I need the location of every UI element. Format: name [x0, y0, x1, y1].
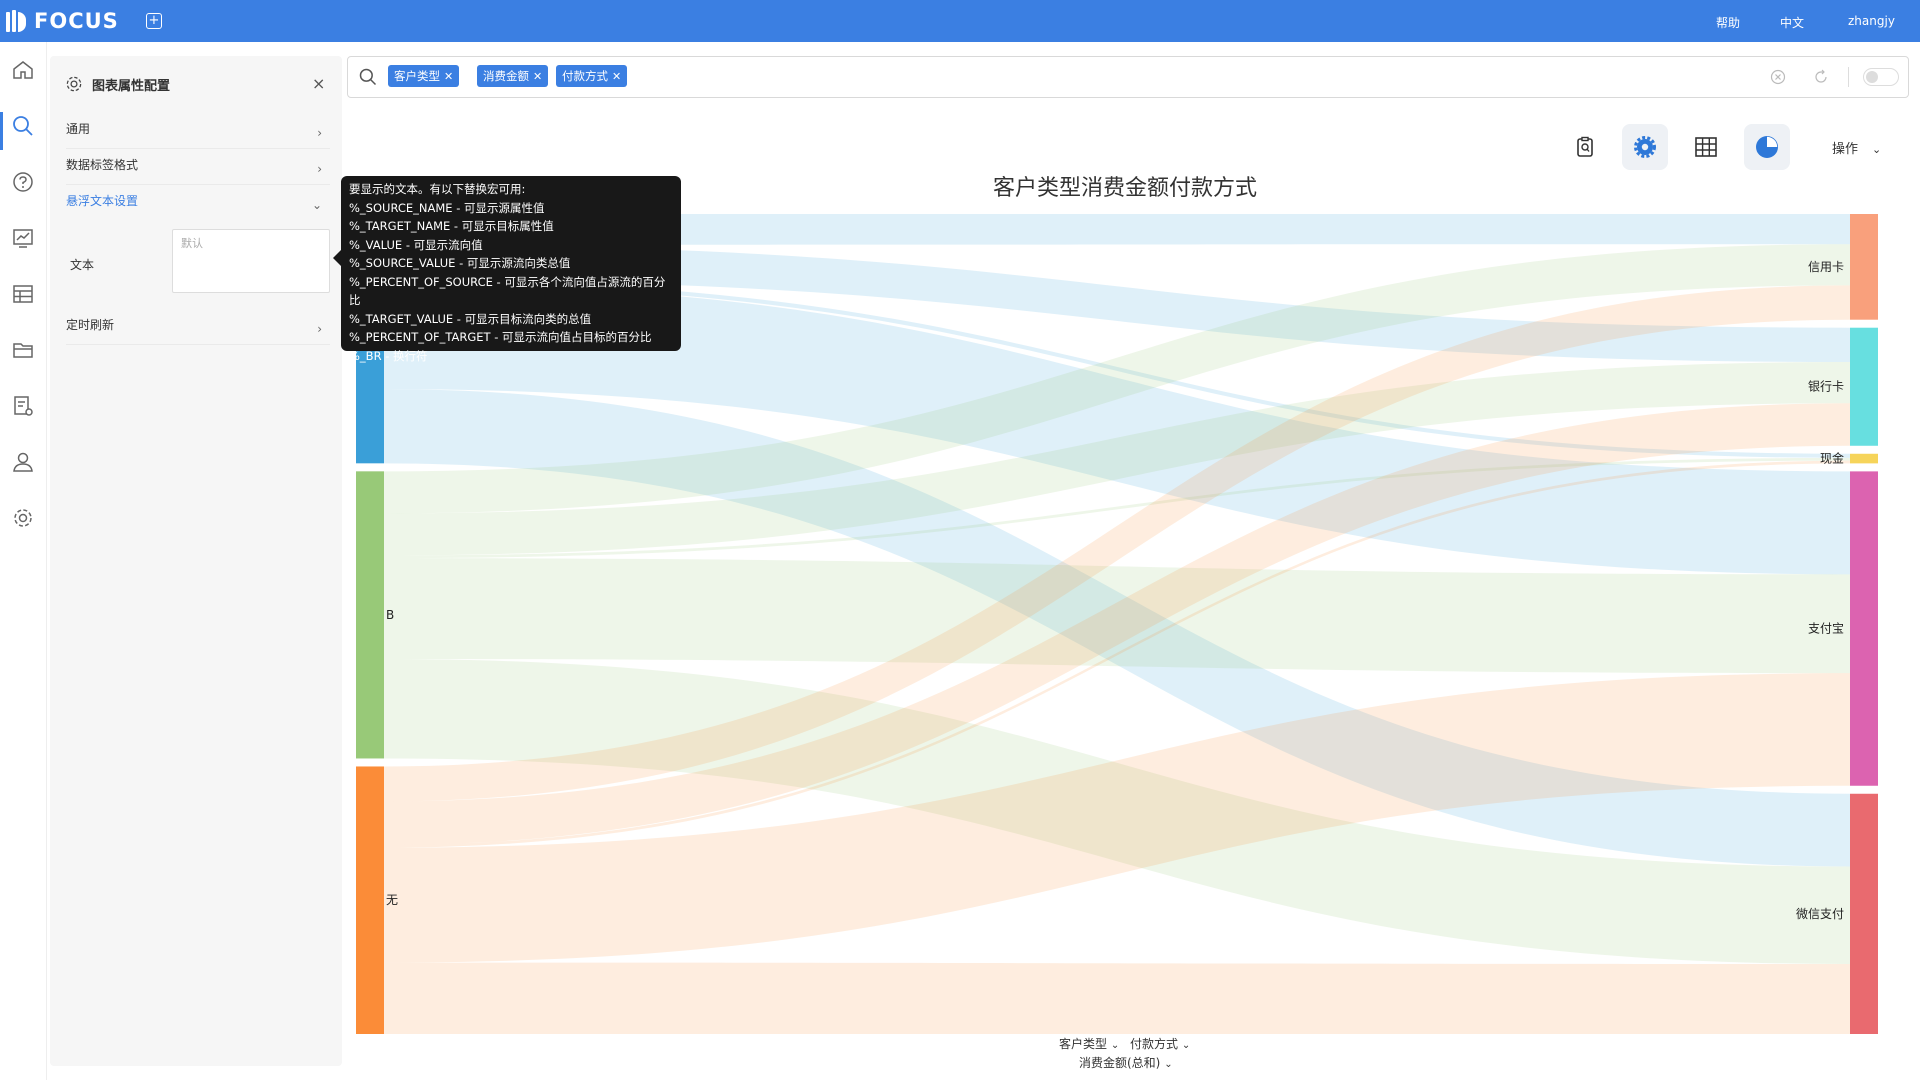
measure-chip[interactable]: 消费金额(总和) ⌄: [1079, 1054, 1173, 1071]
menu-general[interactable]: 通用 ›: [66, 120, 330, 149]
tooltip-line: %_PERCENT_OF_SOURCE - 可显示各个流向值占源流的百分比: [349, 274, 666, 308]
search-nav-icon[interactable]: [11, 114, 35, 138]
sankey-target-label: 信用卡: [1808, 260, 1844, 274]
sankey-target-node[interactable]: [1850, 453, 1878, 464]
table-view-icon[interactable]: [1683, 124, 1729, 170]
help-link[interactable]: 帮助: [1716, 14, 1740, 31]
data-settings-icon[interactable]: [11, 394, 35, 418]
home-icon[interactable]: [11, 58, 35, 82]
sankey-target-label: 微信支付: [1796, 907, 1844, 921]
toggle-knob: [1866, 71, 1878, 83]
add-tab-icon[interactable]: +: [146, 13, 162, 29]
top-bar: FOCUS + 帮助 中文 zhangjy: [0, 0, 1920, 42]
sankey-target-node[interactable]: [1850, 471, 1878, 786]
refresh-icon[interactable]: [1813, 69, 1829, 85]
close-icon[interactable]: ✕: [533, 70, 542, 83]
chip-label: 付款方式: [562, 69, 608, 83]
axis-chip-customer-type[interactable]: 客户类型 ⌄: [1059, 1035, 1119, 1052]
chevron-down-icon: ⌄: [1110, 1040, 1120, 1051]
toggle-switch[interactable]: [1863, 68, 1899, 86]
sankey-link[interactable]: [384, 962, 1850, 1034]
tooltip-line: %_VALUE - 可显示流向值: [349, 237, 483, 252]
search-chip[interactable]: 客户类型 ✕: [388, 65, 460, 87]
chevron-down-icon: ⌄: [1164, 1059, 1173, 1070]
chart-settings-gear-icon[interactable]: [1622, 124, 1668, 170]
close-icon[interactable]: ✕: [612, 70, 621, 83]
clear-icon[interactable]: [1770, 69, 1786, 85]
axis-chip-payment-method[interactable]: 付款方式 ⌄: [1130, 1035, 1190, 1052]
sankey-target-node[interactable]: [1850, 214, 1878, 320]
pie-chart-icon[interactable]: [1744, 124, 1790, 170]
chart-config-panel: 图表属性配置 × 通用 › 数据标签格式 › 悬浮文本设置 ⌄ 文本 默认 定时…: [50, 56, 342, 1066]
sankey-source-label: B: [386, 608, 394, 622]
tooltip-line: %_TARGET_VALUE - 可显示目标流向类的总值: [349, 311, 592, 326]
settings-icon[interactable]: [11, 506, 35, 530]
tooltip-line: %_SOURCE_NAME - 可显示源属性值: [349, 200, 545, 215]
chevron-right-icon: ›: [317, 322, 322, 336]
sankey-source-node[interactable]: [356, 471, 384, 759]
close-icon[interactable]: ✕: [444, 70, 453, 83]
panel-title: 图表属性配置: [92, 78, 171, 94]
search-chip[interactable]: 付款方式 ✕: [556, 65, 628, 87]
operations-menu[interactable]: 操作 ⌄: [1832, 138, 1881, 157]
sankey-target-label: 银行卡: [1808, 380, 1844, 394]
text-field-label: 文本: [70, 258, 95, 272]
table-icon[interactable]: [11, 282, 35, 306]
menu-label: 通用: [66, 122, 91, 136]
sankey-source-node[interactable]: [356, 766, 384, 1034]
divider: [1848, 67, 1849, 87]
hover-text-help-tooltip: 要显示的文本。有以下替换宏可用: %_SOURCE_NAME - 可显示源属性值%…: [333, 176, 681, 363]
chevron-down-icon: ⌄: [1872, 143, 1882, 156]
user-icon[interactable]: [11, 450, 35, 474]
logo-text: FOCUS: [34, 9, 119, 33]
app-logo[interactable]: FOCUS: [6, 8, 119, 34]
chevron-right-icon: ›: [317, 126, 322, 140]
axis-chip-label: 客户类型: [1059, 1037, 1108, 1051]
tooltip-line: %_BR - 换行符: [349, 348, 428, 363]
folder-icon[interactable]: [11, 338, 35, 362]
sankey-target-label: 现金: [1820, 451, 1844, 466]
panel-header: 图表属性配置: [64, 74, 170, 94]
tooltip-line: %_PERCENT_OF_TARGET - 可显示流向值占目标的百分比: [349, 330, 652, 344]
menu-scheduled-refresh[interactable]: 定时刷新 ›: [66, 316, 330, 345]
language-switch[interactable]: 中文: [1780, 14, 1804, 31]
sankey-source-label: 无: [386, 893, 398, 907]
chevron-down-icon: ⌄: [1181, 1040, 1191, 1051]
axis-chip-label: 付款方式: [1130, 1037, 1179, 1051]
logo-icon: [6, 10, 28, 32]
search-icon: [359, 68, 377, 86]
measure-label: 消费金额(总和): [1079, 1056, 1161, 1070]
gear-icon: [66, 76, 82, 92]
close-icon[interactable]: ×: [312, 74, 325, 93]
nav-active-indicator: [0, 112, 3, 150]
user-menu[interactable]: zhangjy: [1848, 14, 1895, 28]
tooltip-line: 要显示的文本。有以下替换宏可用:: [349, 182, 526, 196]
dashboard-icon[interactable]: [11, 226, 35, 250]
tooltip-line: %_TARGET_NAME - 可显示目标属性值: [349, 219, 554, 233]
chip-label: 客户类型: [394, 69, 440, 83]
search-bar[interactable]: 客户类型 ✕ 消费金额 ✕ 付款方式 ✕: [347, 56, 1909, 98]
chart-title: 客户类型消费金额付款方式: [992, 176, 1257, 201]
sankey-target-node[interactable]: [1850, 793, 1878, 1034]
clipboard-icon[interactable]: [1562, 124, 1608, 170]
sankey-target-node[interactable]: [1850, 327, 1878, 446]
search-chip[interactable]: 消费金额 ✕: [477, 65, 549, 87]
tooltip-line: %_SOURCE_VALUE - 可显示源流向类总值: [349, 256, 571, 270]
chip-label: 消费金额: [483, 69, 529, 83]
sankey-target-label: 支付宝: [1808, 622, 1844, 636]
menu-label: 定时刷新: [66, 318, 115, 332]
operations-label: 操作: [1832, 142, 1859, 157]
hover-text-input[interactable]: 默认: [172, 229, 330, 293]
